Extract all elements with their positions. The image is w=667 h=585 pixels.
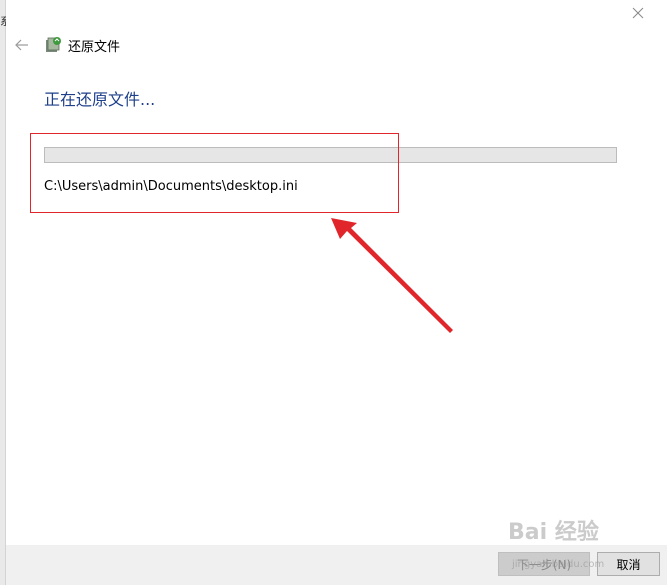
baidu-watermark: Bai 经验: [508, 520, 599, 545]
baidu-watermark-url: jingyan.baidu.com: [512, 559, 605, 570]
cancel-button[interactable]: 取消: [597, 552, 660, 576]
annotation-arrow: [331, 218, 453, 333]
